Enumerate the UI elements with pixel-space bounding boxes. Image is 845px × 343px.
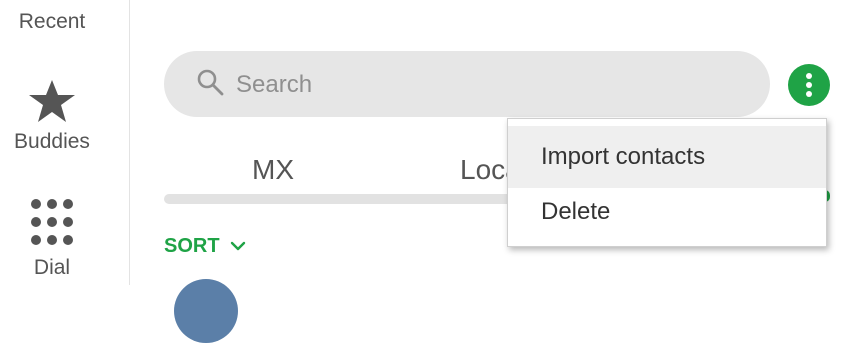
tab-mx[interactable]: MX	[252, 154, 294, 186]
menu-item-label: Delete	[541, 198, 611, 225]
sidebar-item-recent[interactable]: Recent	[0, 10, 104, 34]
options-menu: Import contacts Delete	[507, 118, 827, 247]
vertical-dots-icon-dot	[806, 91, 812, 97]
menu-item-label: Import contacts	[541, 143, 706, 170]
avatar[interactable]	[174, 279, 238, 343]
dialpad-icon	[31, 199, 73, 245]
vertical-dots-icon	[806, 73, 812, 79]
chevron-down-icon	[230, 241, 245, 251]
search-bar[interactable]	[164, 51, 770, 117]
sidebar-item-dial[interactable]: Dial	[0, 196, 104, 280]
sort-label: SORT	[164, 234, 220, 257]
search-icon	[197, 69, 224, 96]
menu-item-import-contacts[interactable]: Import contacts	[508, 126, 826, 188]
sort-button[interactable]: SORT	[164, 233, 246, 259]
menu-item-delete[interactable]: Delete	[508, 181, 826, 243]
vertical-dots-icon-dot	[806, 82, 812, 88]
more-options-button[interactable]	[788, 64, 830, 106]
search-input[interactable]	[234, 69, 738, 101]
sidebar-item-label: Dial	[33, 256, 71, 279]
star-icon	[29, 80, 75, 122]
sidebar: Recent Buddies Dial	[0, 0, 130, 285]
sidebar-item-buddies[interactable]: Buddies	[0, 78, 104, 154]
sidebar-item-label: Recent	[18, 10, 86, 33]
sidebar-item-label: Buddies	[14, 130, 90, 153]
